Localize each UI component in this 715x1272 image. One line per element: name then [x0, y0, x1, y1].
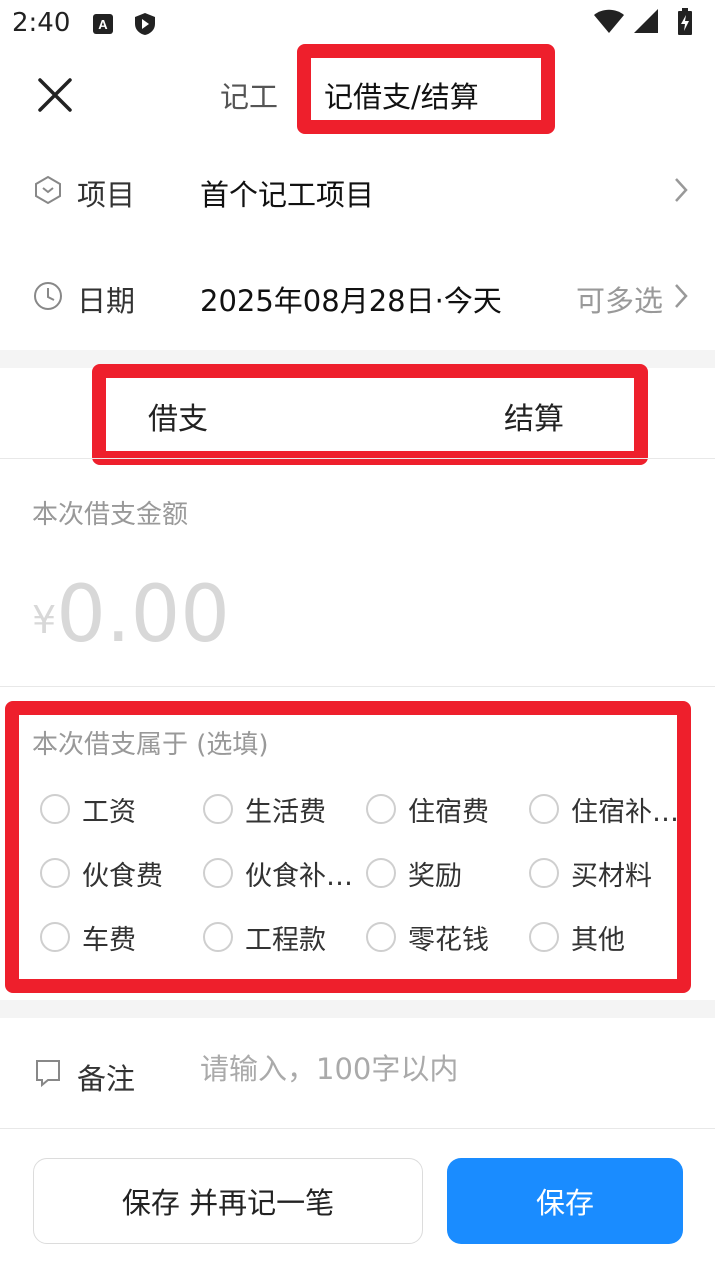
- a-badge-icon: A: [93, 14, 113, 34]
- project-value: 首个记工项目: [200, 178, 375, 212]
- category-option-other[interactable]: 其他: [529, 917, 625, 957]
- date-label: 日期: [77, 284, 136, 318]
- close-button[interactable]: [30, 70, 80, 120]
- chevron-right-icon: [675, 178, 688, 202]
- category-option-transport[interactable]: 车费: [40, 917, 136, 957]
- category-option-lodging-subsidy[interactable]: 住宿补…: [529, 789, 679, 829]
- divider: [0, 686, 715, 687]
- category-option-materials[interactable]: 买材料: [529, 853, 652, 893]
- radio-icon: [529, 922, 559, 952]
- segment-borrow[interactable]: 借支: [148, 394, 208, 438]
- chevron-right-icon: [675, 284, 688, 308]
- status-time: 2:40: [12, 8, 71, 38]
- multi-select-hint: 可多选: [575, 284, 663, 318]
- radio-icon: [529, 858, 559, 888]
- project-label: 项目: [77, 178, 136, 212]
- save-and-add-button[interactable]: 保存 并再记一笔: [33, 1158, 423, 1244]
- project-row[interactable]: 项目 首个记工项目: [0, 140, 715, 240]
- save-button[interactable]: 保存: [447, 1158, 683, 1244]
- category-option-bonus[interactable]: 奖励: [366, 853, 462, 893]
- category-option-lodging[interactable]: 住宿费: [366, 789, 489, 829]
- divider: [0, 1128, 715, 1129]
- section-gap: [0, 1000, 715, 1018]
- top-bar: 记工 记借支/结算: [0, 48, 715, 140]
- note-label: 备注: [77, 1062, 136, 1096]
- radio-icon: [529, 794, 559, 824]
- note-row: 备注: [0, 1030, 715, 1120]
- close-icon: [38, 78, 72, 112]
- section-gap: [0, 350, 715, 368]
- category-option-meals[interactable]: 伙食费: [40, 853, 163, 893]
- tab-borrow-settle[interactable]: 记借支/结算: [324, 74, 479, 116]
- radio-icon: [203, 922, 233, 952]
- divider: [0, 458, 715, 459]
- status-right: [593, 8, 703, 38]
- radio-icon: [203, 858, 233, 888]
- note-icon: [36, 1060, 60, 1088]
- radio-icon: [40, 794, 70, 824]
- clock-icon: [34, 282, 62, 310]
- category-option-project-payment[interactable]: 工程款: [203, 917, 326, 957]
- segment-settle[interactable]: 结算: [504, 394, 564, 438]
- battery-icon: [678, 8, 692, 35]
- signal-icon: [634, 9, 658, 33]
- tab-record-work[interactable]: 记工: [220, 74, 278, 116]
- category-option-meal-subsidy[interactable]: 伙食补…: [203, 853, 353, 893]
- wifi-icon: [594, 9, 624, 33]
- amount-value: 0.00: [56, 570, 230, 660]
- category-option-pocket-money[interactable]: 零花钱: [366, 917, 489, 957]
- amount-label: 本次借支金额: [32, 500, 189, 530]
- radio-icon: [40, 922, 70, 952]
- category-label: 本次借支属于 (选填): [32, 730, 269, 760]
- radio-icon: [40, 858, 70, 888]
- radio-icon: [203, 794, 233, 824]
- category-option-wages[interactable]: 工资: [40, 789, 136, 829]
- play-protect-icon: [135, 13, 155, 35]
- radio-icon: [366, 922, 396, 952]
- date-value: 2025年08月28日·今天: [200, 284, 502, 318]
- note-input[interactable]: [200, 1052, 680, 1086]
- amount-input[interactable]: ¥0.00: [32, 570, 230, 660]
- category-option-living[interactable]: 生活费: [203, 789, 326, 829]
- radio-icon: [366, 858, 396, 888]
- svg-text:A: A: [98, 17, 108, 32]
- hexagon-icon: [35, 175, 61, 205]
- date-row[interactable]: 日期 2025年08月28日·今天 可多选: [0, 248, 715, 348]
- status-bar: 2:40 A: [0, 0, 715, 48]
- currency-symbol: ¥: [32, 598, 57, 642]
- radio-icon: [366, 794, 396, 824]
